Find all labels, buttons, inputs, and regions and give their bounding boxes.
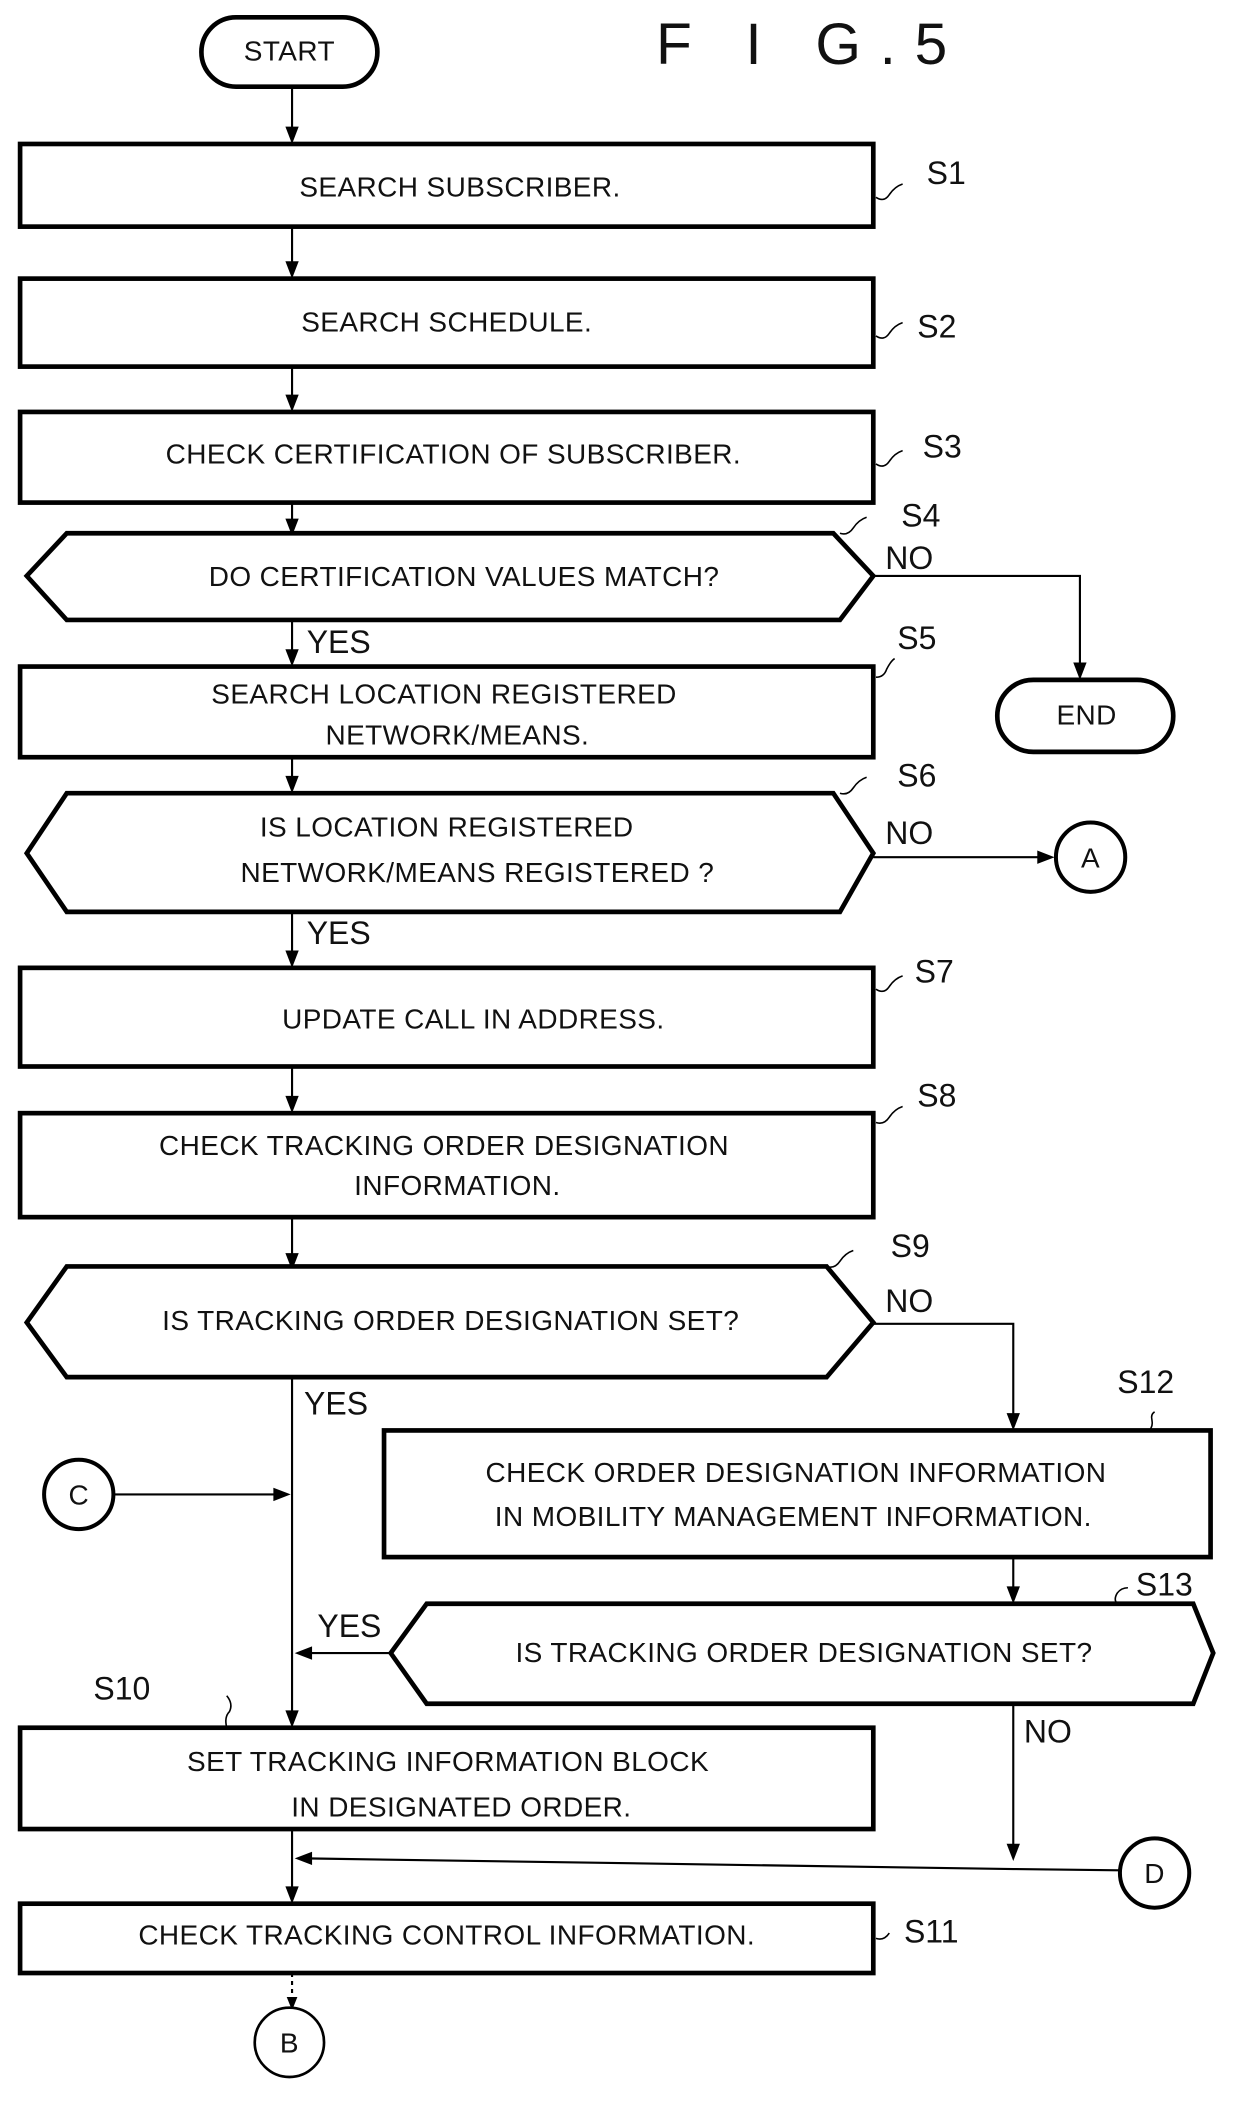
s10-text-line1: SET TRACKING INFORMATION BLOCK: [187, 1746, 709, 1777]
leader-line: [875, 1105, 903, 1124]
arrow-head: [285, 649, 299, 667]
process-s7: UPDATE CALL IN ADDRESS. S7: [17, 954, 954, 1069]
s11-label: S11: [904, 1913, 959, 1949]
s6-no-label: NO: [885, 815, 933, 851]
process-s5: SEARCH LOCATION REGISTERED NETWORK/MEANS…: [17, 620, 936, 760]
arrow-head: [273, 1487, 291, 1502]
start-terminal: START: [199, 14, 380, 89]
connector-a: A: [1053, 820, 1128, 894]
leader-line: [225, 1695, 232, 1728]
leader-line: [875, 1932, 890, 1940]
s13-yes-label: YES: [317, 1608, 381, 1644]
s6-label: S6: [897, 758, 936, 794]
s8-text-line2: INFORMATION.: [354, 1170, 560, 1201]
leader-line: [826, 1249, 854, 1268]
arrow-head: [285, 775, 299, 794]
connector-b: B: [253, 2006, 326, 2079]
s9-yes-label: YES: [304, 1385, 368, 1421]
s10-text-line2: IN DESIGNATED ORDER.: [291, 1791, 631, 1822]
leader-line: [875, 449, 903, 467]
s4-no-label: NO: [885, 540, 933, 576]
decision-s13: IS TRACKING ORDER DESIGNATION SET? S13 Y…: [317, 1567, 1216, 1749]
s2-text: SEARCH SCHEDULE.: [301, 306, 592, 337]
s3-label: S3: [923, 428, 962, 464]
connector-b-label: B: [280, 2027, 299, 2058]
leader-line: [839, 516, 867, 535]
s5-text-line2: NETWORK/MEANS.: [326, 720, 590, 751]
arrow-head: [285, 1710, 299, 1728]
leader-line: [875, 975, 903, 993]
start-label: START: [244, 36, 335, 67]
s13-text: IS TRACKING ORDER DESIGNATION SET?: [515, 1637, 1092, 1668]
connector-d: D: [1117, 1836, 1192, 1910]
arrow-head: [285, 394, 299, 412]
s8-text-line1: CHECK TRACKING ORDER DESIGNATION: [159, 1130, 729, 1161]
flowchart: F I G.5 START SEARCH SUBSCRIBER. S1 SEAR…: [17, 12, 1216, 2079]
arrow-head: [285, 261, 299, 279]
s6-yes-label: YES: [307, 915, 371, 951]
process-s1: SEARCH SUBSCRIBER. S1: [17, 141, 966, 229]
s2-label: S2: [917, 308, 956, 344]
s9-no-label: NO: [885, 1283, 933, 1319]
arrow-head: [1006, 1413, 1020, 1431]
flow-line: [873, 1322, 1015, 1420]
arrow-head: [285, 1095, 299, 1114]
process-s2: SEARCH SCHEDULE. S2: [17, 276, 956, 369]
s4-label: S4: [901, 498, 940, 534]
process-s12: CHECK ORDER DESIGNATION INFORMATION IN M…: [381, 1364, 1213, 1560]
decision-s9: IS TRACKING ORDER DESIGNATION SET? S9 NO…: [23, 1228, 933, 1421]
end-terminal: END: [994, 677, 1176, 755]
leader-line: [875, 321, 903, 339]
s5-label: S5: [897, 620, 936, 656]
connector-d-label: D: [1144, 1858, 1165, 1889]
s1-text: SEARCH SUBSCRIBER.: [299, 172, 620, 203]
arrow-head: [1006, 1843, 1020, 1862]
s12-text-line1: CHECK ORDER DESIGNATION INFORMATION: [486, 1457, 1107, 1488]
s5-text-line1: SEARCH LOCATION REGISTERED: [211, 678, 676, 709]
arrow-head: [1006, 1586, 1020, 1604]
connector-a-label: A: [1081, 842, 1100, 873]
connector-c-label: C: [68, 1479, 89, 1510]
decision-s4: DO CERTIFICATION VALUES MATCH? S4 NO YES: [23, 498, 940, 660]
figure-title: F I G.5: [656, 12, 966, 77]
leader-line: [875, 657, 896, 679]
arrow-head: [285, 1886, 299, 1904]
process-s3: CHECK CERTIFICATION OF SUBSCRIBER. S3: [17, 409, 962, 505]
arrow-head: [285, 126, 299, 144]
leader-line: [875, 183, 903, 201]
s3-text: CHECK CERTIFICATION OF SUBSCRIBER.: [166, 438, 741, 469]
s13-no-label: NO: [1024, 1713, 1072, 1749]
process-s8: CHECK TRACKING ORDER DESIGNATION INFORMA…: [17, 1077, 956, 1220]
s12-text-line2: IN MOBILITY MANAGEMENT INFORMATION.: [495, 1501, 1092, 1532]
s12-label: S12: [1117, 1364, 1174, 1400]
flow-line: [305, 1857, 1120, 1872]
s9-label: S9: [891, 1228, 930, 1264]
s6-text-line1: IS LOCATION REGISTERED: [260, 812, 634, 843]
leader-line: [1148, 1411, 1156, 1432]
decision-s6: IS LOCATION REGISTERED NETWORK/MEANS REG…: [23, 758, 936, 951]
arrow-head: [294, 1851, 313, 1866]
arrow-head: [1037, 850, 1055, 864]
s6-text-line2: NETWORK/MEANS REGISTERED ?: [240, 857, 714, 888]
process-s11: CHECK TRACKING CONTROL INFORMATION. S11: [17, 1901, 959, 1976]
end-label: END: [1056, 700, 1116, 731]
s11-text: CHECK TRACKING CONTROL INFORMATION.: [138, 1919, 755, 1950]
s8-label: S8: [917, 1077, 956, 1113]
arrow-head: [294, 1646, 313, 1660]
leader-line: [1114, 1586, 1128, 1605]
s4-text: DO CERTIFICATION VALUES MATCH?: [209, 561, 720, 592]
s1-label: S1: [927, 155, 966, 191]
arrow-head: [1073, 662, 1087, 680]
s7-label: S7: [915, 954, 954, 990]
s10-label: S10: [93, 1671, 150, 1707]
arrow-head: [285, 950, 299, 968]
s7-text: UPDATE CALL IN ADDRESS.: [282, 1004, 664, 1035]
s4-yes-label: YES: [307, 624, 371, 660]
connector-c: C: [42, 1457, 116, 1532]
s13-label: S13: [1136, 1567, 1193, 1603]
leader-line: [839, 776, 867, 795]
s9-text: IS TRACKING ORDER DESIGNATION SET?: [162, 1305, 739, 1336]
